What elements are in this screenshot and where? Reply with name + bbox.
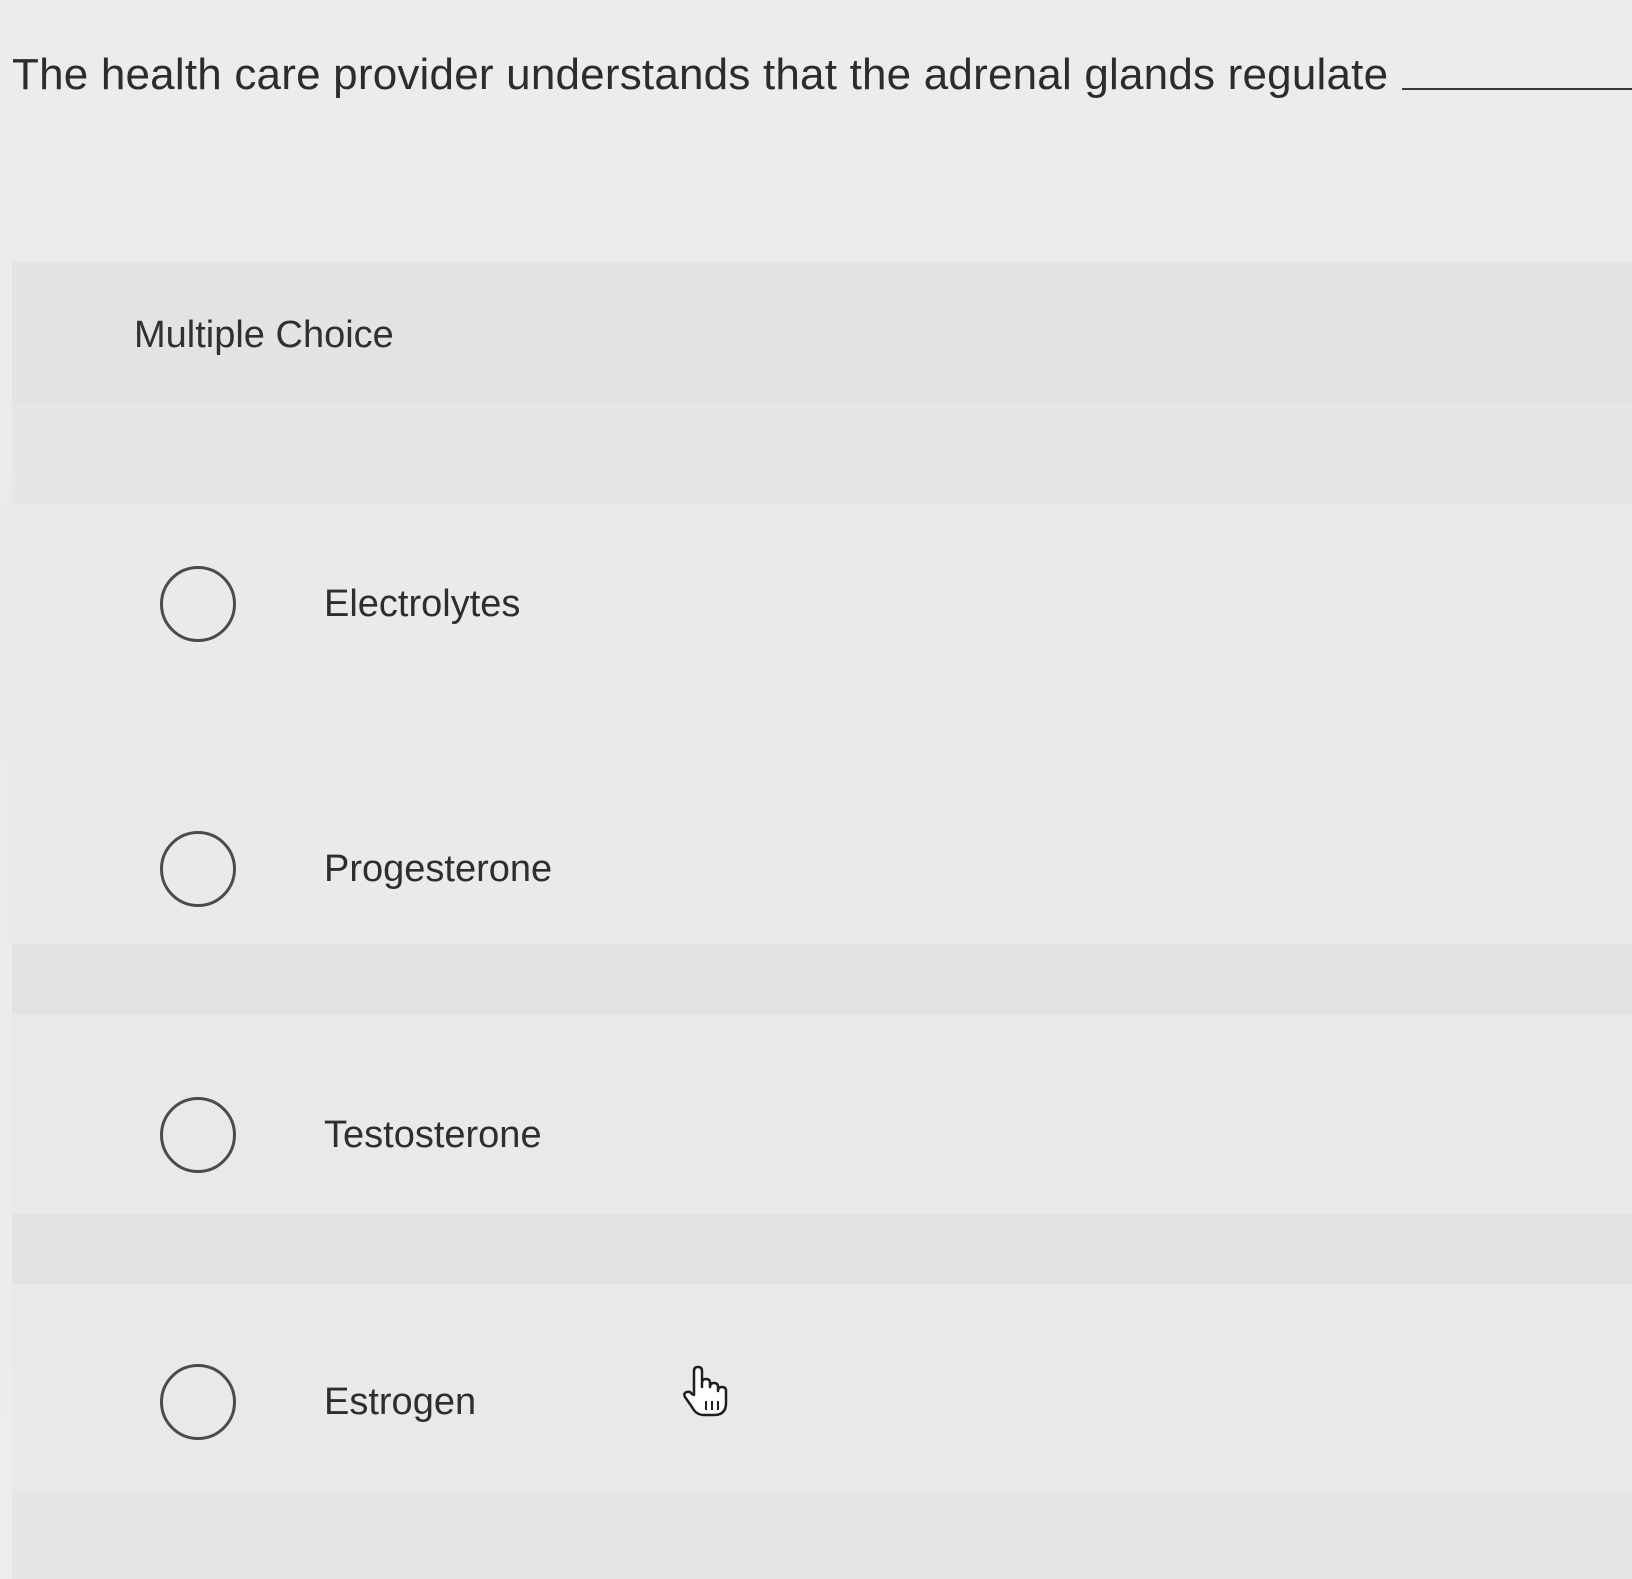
option-electrolytes[interactable]: Electrolytes	[160, 562, 1060, 646]
quiz-page: The health care provider understands tha…	[0, 0, 1632, 1579]
question-type-label: Multiple Choice	[134, 314, 394, 356]
radio-button[interactable]	[160, 831, 236, 907]
option-testosterone[interactable]: Testosterone	[160, 1093, 1060, 1177]
option-label: Progesterone	[324, 847, 553, 890]
radio-button[interactable]	[160, 1097, 236, 1173]
option-label: Testosterone	[324, 1113, 542, 1156]
option-label: Estrogen	[324, 1380, 477, 1423]
question-text: The health care provider understands tha…	[12, 50, 1389, 99]
answer-panel: Multiple Choice Electrolytes Progesteron…	[12, 262, 1632, 1579]
radio-button[interactable]	[160, 566, 236, 642]
hand-pointer-icon	[683, 1365, 728, 1417]
radio-button[interactable]	[160, 1364, 236, 1440]
answer-blank	[1402, 88, 1632, 90]
question-row: The health care provider understands tha…	[12, 50, 1632, 100]
option-label: Electrolytes	[324, 582, 521, 625]
option-progesterone[interactable]: Progesterone	[160, 827, 1060, 911]
option-estrogen[interactable]: Estrogen	[160, 1360, 1060, 1444]
